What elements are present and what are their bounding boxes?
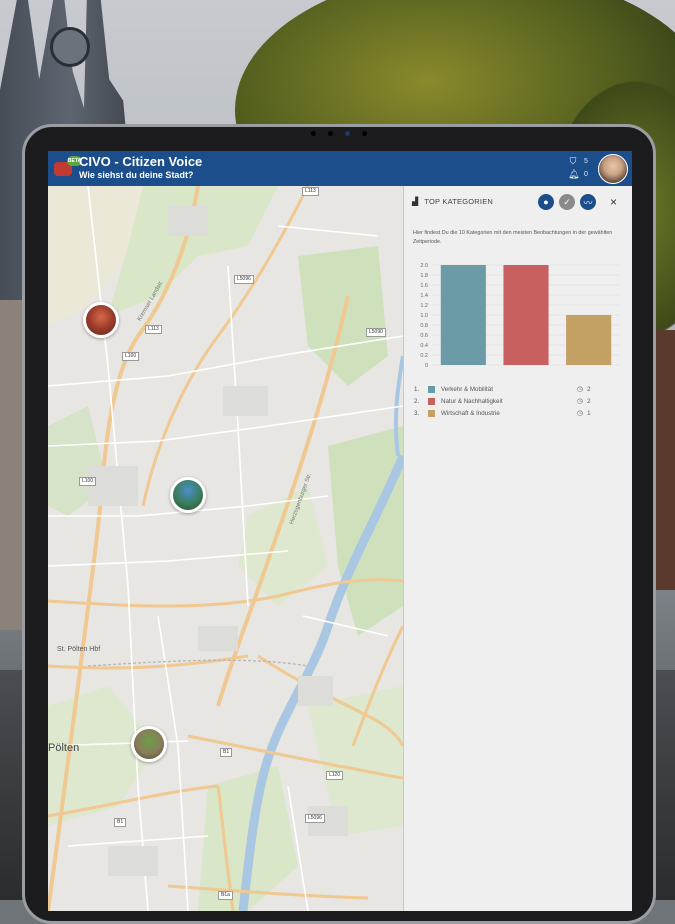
building-right [655,330,675,590]
notification-counter[interactable]: 🔔︎ 0 [568,168,598,181]
road-tag: L100 [122,352,140,361]
trend-icon: 〰 [583,197,593,208]
road-tag: L100 [79,477,97,486]
legend-row[interactable]: 1. Verkehr & Mobilität ◷ 2 [414,383,614,395]
app-screen: BETA CIVO - Citizen Voice Wie siehst du … [48,151,632,911]
y-tick-label: 0.2 [420,353,428,359]
y-tick-label: 2.0 [420,263,428,269]
tower-clock [50,27,90,67]
y-tick-label: 1.2 [420,303,428,309]
thumbs-up-icon: ✓ [563,196,571,207]
panel-description: Hier findest Du die 10 Kategorien mit de… [413,230,613,245]
legend-rank: 3. [414,409,420,417]
legend-row[interactable]: 2. Natur & Nachhaltigkeit ◷ 2 [414,395,614,407]
legend-count-value: 1 [587,409,591,417]
legend-category-name: Verkehr & Mobilität [441,385,493,393]
legend-count: ◷ 2 [577,385,591,394]
panel-title: TOP KATEGORIEN [424,197,494,206]
bar-chart-icon: ▟ [412,197,419,206]
user-filter-button[interactable]: ● [538,194,554,210]
legend-category-name: Natur & Nachhaltigkeit [441,397,503,405]
place-label: Pölten [48,742,80,754]
tablet-camera [311,131,367,136]
app-subtitle: Wie siehst du deine Stadt? [79,170,194,180]
user-icon: ● [543,197,549,207]
legend-count: ◷ 1 [577,409,591,418]
road-tag: L113 [145,325,162,334]
location-pin-icon: ⛉ [569,156,577,166]
top-counters: ⛉ 5 🔔︎ 0 [568,155,598,181]
legend-swatch [428,385,435,393]
road-tag: L5096 [234,275,254,284]
y-tick-label: 1.8 [420,273,428,279]
legend-count-value: 2 [587,397,591,405]
legend-category-name: Wirtschaft & Industrie [441,409,500,417]
y-tick-label: 0 [425,363,428,369]
user-avatar[interactable] [598,154,628,184]
bar-2[interactable] [503,265,549,365]
legend-row[interactable]: 3. Wirtschaft & Industrie ◷ 1 [414,407,614,419]
civo-logo[interactable]: BETA [54,156,82,180]
panel-header: ▟ TOP KATEGORIEN [412,197,493,206]
road-tag: L5090 [366,328,386,337]
road-tag: B1a [218,891,233,900]
station-label: St. Pölten Hbf [57,646,101,653]
pin-count: 5 [584,158,588,165]
y-tick-label: 1.6 [420,283,428,289]
comment-icon: ◷ [577,398,584,405]
comment-icon: ◷ [577,410,584,417]
road-tag: L120 [326,771,344,780]
notification-count: 0 [584,171,588,178]
legend-rank: 2. [414,397,420,405]
trend-filter-button[interactable]: 〰 [580,194,596,210]
bar-1[interactable] [440,265,486,365]
bar-chart: 0 0.2 0.4 0.6 0.8 1.0 1.2 1.4 1.6 1.8 2.0 [420,263,620,369]
road-tag: B1 [114,818,127,827]
comment-icon: ◷ [577,386,584,393]
legend-swatch [428,397,435,405]
legend-rank: 1. [414,385,420,393]
road-tag: B1 [220,748,233,757]
category-legend: 1. Verkehr & Mobilität ◷ 2 2. Natur & Nachhal… [414,383,614,419]
legend-count-value: 2 [587,385,591,393]
road-tag: L5096 [305,814,325,823]
pin-counter[interactable]: ⛉ 5 [568,155,598,168]
legend-count: ◷ 2 [577,397,591,406]
likes-filter-button[interactable]: ✓ [559,194,575,210]
top-bar: BETA CIVO - Citizen Voice Wie siehst du … [48,151,632,186]
category-chart: 0 0.2 0.4 0.6 0.8 1.0 1.2 1.4 1.6 1.8 2.0 [410,260,625,375]
y-tick-label: 1.4 [420,293,428,299]
app-title: CIVO - Citizen Voice [79,154,203,169]
tablet-frame: BETA CIVO - Citizen Voice Wie siehst du … [22,124,656,924]
observation-marker[interactable] [170,477,206,513]
bell-icon: 🔔︎ [568,169,580,179]
y-tick-label: 1.0 [420,313,428,319]
observation-marker[interactable] [83,302,119,338]
legend-swatch [428,409,435,417]
y-tick-label: 0.8 [420,323,428,329]
y-tick-label: 0.4 [420,343,428,349]
top-categories-panel: ▟ TOP KATEGORIEN ● ✓ 〰 × Hier findest Du… [403,186,632,911]
city-map[interactable]: L113 L5096 L113 L100 L5090 L100 B1 L120 … [48,186,403,911]
building-left [0,300,24,630]
observation-marker[interactable] [131,726,167,762]
y-tick-label: 0.6 [420,333,428,339]
bar-3[interactable] [566,315,612,365]
map-base [48,186,403,911]
road-tag: L113 [302,187,319,196]
close-panel-button[interactable]: × [610,195,617,209]
